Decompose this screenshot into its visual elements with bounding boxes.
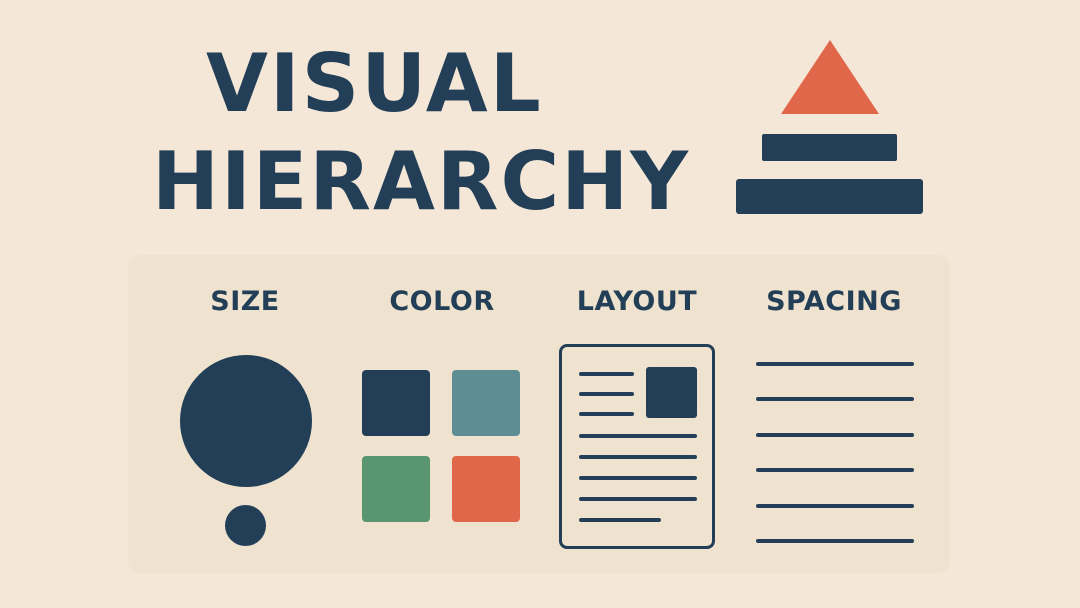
label-spacing: SPACING	[766, 286, 902, 317]
swatch-orange	[452, 456, 520, 522]
document-text-line	[579, 518, 661, 522]
document-text-line	[579, 372, 634, 376]
document-text-line	[579, 434, 697, 438]
large-circle	[180, 355, 312, 487]
spacing-line	[756, 468, 914, 472]
document-text-line	[579, 412, 634, 416]
label-size: SIZE	[210, 286, 280, 317]
pyramid-middle-bar	[762, 134, 897, 161]
spacing-line	[756, 539, 914, 543]
pyramid-top-triangle	[781, 40, 879, 114]
spacing-line	[756, 362, 914, 366]
title-line-1: VISUAL	[206, 37, 543, 130]
spacing-line	[756, 397, 914, 401]
label-color: COLOR	[389, 286, 495, 317]
title-line-2: HIERARCHY	[152, 135, 691, 228]
small-circle	[225, 505, 266, 546]
swatch-teal	[452, 370, 520, 436]
spacing-line	[756, 504, 914, 508]
document-text-line	[579, 476, 697, 480]
document-text-line	[579, 392, 634, 396]
label-layout: LAYOUT	[576, 286, 698, 317]
pyramid-bottom-bar	[736, 179, 923, 214]
document-text-line	[579, 497, 697, 501]
document-text-line	[579, 455, 697, 459]
swatch-green	[362, 456, 430, 522]
infographic-canvas: VISUAL HIERARCHY SIZE COLOR LAYOUT SPACI…	[0, 0, 1080, 608]
spacing-line	[756, 433, 914, 437]
swatch-navy	[362, 370, 430, 436]
document-image-block	[646, 367, 697, 418]
